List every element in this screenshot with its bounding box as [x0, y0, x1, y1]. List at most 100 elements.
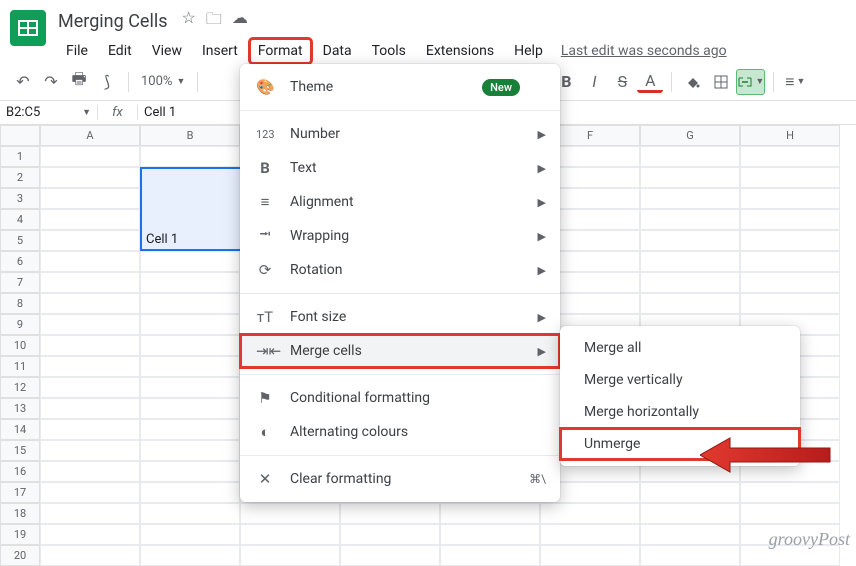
column-header[interactable]: B — [140, 125, 240, 146]
menu-extensions[interactable]: Extensions — [418, 39, 502, 63]
cell[interactable] — [40, 377, 140, 398]
cell[interactable] — [40, 545, 140, 566]
cell[interactable] — [140, 545, 240, 566]
last-edit-info[interactable]: Last edit was seconds ago — [561, 43, 727, 59]
fill-color-button[interactable] — [680, 69, 706, 95]
row-header[interactable]: 10 — [0, 335, 40, 356]
row-header[interactable]: 15 — [0, 440, 40, 461]
cell[interactable] — [140, 146, 240, 167]
cell[interactable] — [140, 272, 240, 293]
cell[interactable] — [140, 335, 240, 356]
row-header[interactable]: 8 — [0, 293, 40, 314]
row-header[interactable]: 9 — [0, 314, 40, 335]
row-header[interactable]: 16 — [0, 461, 40, 482]
submenu-item-merge-horizontally[interactable]: Merge horizontally — [560, 396, 800, 428]
submenu-item-merge-all[interactable]: Merge all — [560, 332, 800, 364]
cell[interactable] — [140, 482, 240, 503]
cell[interactable] — [40, 440, 140, 461]
italic-button[interactable]: I — [581, 69, 607, 95]
cell[interactable] — [140, 503, 240, 524]
menu-item-alignment[interactable]: ≡Alignment▶ — [240, 185, 560, 219]
menu-item-number[interactable]: 123Number▶ — [240, 117, 560, 151]
cell[interactable] — [740, 482, 840, 503]
row-header[interactable]: 19 — [0, 524, 40, 545]
paint-format-button[interactable]: ⟆ — [94, 69, 120, 95]
row-header[interactable]: 5 — [0, 230, 40, 251]
menu-item-alternating-colours[interactable]: ◐Alternating colours — [240, 415, 560, 449]
cell[interactable] — [640, 503, 740, 524]
star-icon[interactable]: ☆ — [182, 8, 196, 35]
cell[interactable] — [340, 545, 440, 566]
row-header[interactable]: 14 — [0, 419, 40, 440]
cell[interactable] — [40, 461, 140, 482]
cell[interactable] — [40, 209, 140, 230]
column-header[interactable]: A — [40, 125, 140, 146]
doc-title[interactable]: Merging Cells — [58, 11, 168, 32]
cell[interactable] — [640, 293, 740, 314]
row-header[interactable]: 7 — [0, 272, 40, 293]
cell[interactable] — [140, 524, 240, 545]
cell[interactable] — [640, 209, 740, 230]
cell[interactable] — [40, 293, 140, 314]
menu-edit[interactable]: Edit — [100, 39, 140, 63]
menu-format[interactable]: Format — [250, 39, 311, 63]
submenu-item-merge-vertically[interactable]: Merge vertically — [560, 364, 800, 396]
cell[interactable] — [640, 188, 740, 209]
menu-item-text[interactable]: BText▶ — [240, 151, 560, 185]
cell[interactable] — [40, 272, 140, 293]
row-header[interactable]: 17 — [0, 482, 40, 503]
cell[interactable] — [40, 188, 140, 209]
menu-item-font-size[interactable]: тTFont size▶ — [240, 300, 560, 334]
cell[interactable] — [440, 524, 540, 545]
cell[interactable] — [140, 377, 240, 398]
cell[interactable] — [740, 209, 840, 230]
cell[interactable] — [640, 524, 740, 545]
cell[interactable] — [440, 503, 540, 524]
column-header[interactable]: H — [740, 125, 840, 146]
cell[interactable] — [40, 251, 140, 272]
sheets-logo-icon[interactable] — [10, 10, 46, 46]
text-color-button[interactable]: A — [637, 71, 663, 93]
cell[interactable] — [640, 482, 740, 503]
cell[interactable] — [40, 167, 140, 188]
cell[interactable] — [640, 251, 740, 272]
menu-item-theme[interactable]: 🎨ThemeNew — [240, 70, 560, 104]
cell[interactable] — [740, 272, 840, 293]
column-header[interactable]: G — [640, 125, 740, 146]
move-icon[interactable]: 🗀 — [206, 8, 222, 35]
cell[interactable] — [40, 524, 140, 545]
cell[interactable] — [540, 545, 640, 566]
cell[interactable] — [740, 293, 840, 314]
merge-cells-button[interactable]: ▼ — [736, 69, 765, 95]
row-header[interactable]: 6 — [0, 251, 40, 272]
row-header[interactable]: 12 — [0, 377, 40, 398]
row-header[interactable]: 11 — [0, 356, 40, 377]
row-header[interactable]: 13 — [0, 398, 40, 419]
cell[interactable] — [540, 503, 640, 524]
cell[interactable] — [40, 335, 140, 356]
cell[interactable] — [40, 356, 140, 377]
menu-insert[interactable]: Insert — [194, 39, 246, 63]
cell[interactable] — [740, 146, 840, 167]
cell[interactable] — [640, 230, 740, 251]
cell[interactable] — [340, 524, 440, 545]
menu-item-merge-cells[interactable]: ⇥⇤Merge cells▶ — [240, 334, 560, 368]
cell[interactable] — [140, 293, 240, 314]
menu-item-wrapping[interactable]: ⭲Wrapping▶ — [240, 219, 560, 253]
cell[interactable] — [740, 188, 840, 209]
zoom-select[interactable]: 100% ▼ — [137, 74, 189, 89]
row-header[interactable]: 4 — [0, 209, 40, 230]
cell[interactable] — [740, 251, 840, 272]
cell[interactable] — [140, 440, 240, 461]
menu-item-conditional-formatting[interactable]: ⚑Conditional formatting — [240, 381, 560, 415]
cell[interactable] — [740, 230, 840, 251]
name-box[interactable]: B2:C5 ▼ — [0, 105, 98, 120]
cell[interactable] — [40, 146, 140, 167]
cell[interactable] — [740, 503, 840, 524]
borders-button[interactable] — [708, 69, 734, 95]
row-header[interactable]: 1 — [0, 146, 40, 167]
menu-data[interactable]: Data — [315, 39, 360, 63]
row-header[interactable]: 20 — [0, 545, 40, 566]
row-header[interactable]: 3 — [0, 188, 40, 209]
cell[interactable] — [740, 167, 840, 188]
